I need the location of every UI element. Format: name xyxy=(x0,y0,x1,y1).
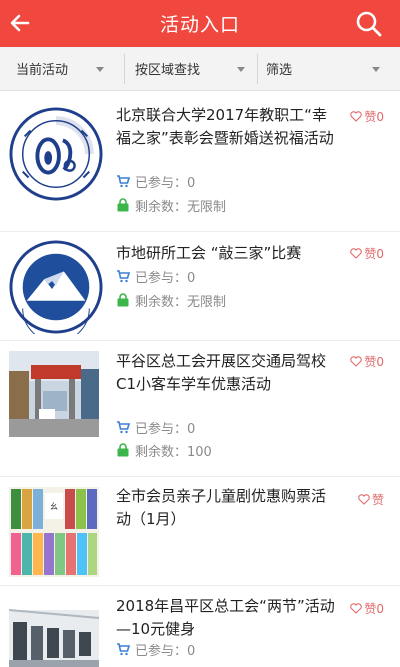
remaining-count: 剩余数：无限制 xyxy=(116,290,226,310)
filter-by-region[interactable]: 按区域查找 xyxy=(125,47,257,91)
heart-icon xyxy=(350,111,363,122)
lock-icon xyxy=(117,198,129,212)
participated-count: 已参与：0 xyxy=(116,266,195,286)
filter-screen[interactable]: 筛选 xyxy=(258,47,400,91)
participated-text: 已参与：0 xyxy=(135,175,196,191)
heart-icon xyxy=(358,494,370,505)
like-button[interactable]: 赞0 xyxy=(350,600,384,617)
remaining-text: 剩余数：无限制 xyxy=(135,294,227,310)
activity-title: 全市会员亲子儿童剧优惠购票活动（1月） xyxy=(116,487,327,528)
cart-icon xyxy=(117,175,130,188)
remaining-text: 剩余数：无限制 xyxy=(135,199,227,215)
list-item[interactable]: 平谷区总工会开展区交通局驾校C1小客车学车优惠活动 已参与：0 剩余数：100 … xyxy=(0,341,400,477)
gym-photo xyxy=(9,596,99,667)
like-count: 赞 xyxy=(371,493,384,507)
list-item[interactable]: 幺 全市会员亲子儿童剧优惠购票活动（1月） 赞 xyxy=(0,477,400,586)
activity-title: 市地研所工会 “敲三家”比赛 xyxy=(116,244,302,262)
search-icon[interactable] xyxy=(354,9,384,39)
like-button[interactable]: 赞0 xyxy=(350,108,384,125)
participated-count: 已参与：0 xyxy=(116,417,195,437)
activity-list: 北京联合大学2017年教职工“幸福之家”表彰会暨新婚送祝福活动 已参与：0 剩余… xyxy=(0,92,400,667)
remaining-count: 剩余数：100 xyxy=(116,440,212,460)
back-arrow-icon[interactable] xyxy=(6,8,36,38)
heart-icon xyxy=(350,603,363,614)
activity-title: 2018年昌平区总工会“两节”活动—10元健身 xyxy=(116,597,335,638)
list-item[interactable]: 北京联合大学2017年教职工“幸福之家”表彰会暨新婚送祝福活动 已参与：0 剩余… xyxy=(0,92,400,232)
beijing-union-university-logo xyxy=(9,107,103,201)
like-count: 赞0 xyxy=(364,110,384,124)
svg-text:幺: 幺 xyxy=(50,501,58,511)
filter-label: 当前活动 xyxy=(16,63,69,78)
app-header: 活动入口 xyxy=(0,0,400,47)
chevron-down-icon xyxy=(96,66,104,72)
cart-icon xyxy=(117,643,130,656)
filter-current-activity[interactable]: 当前活动 xyxy=(0,47,124,91)
participated-text: 已参与：0 xyxy=(135,421,196,437)
lock-icon xyxy=(117,293,129,307)
chevron-down-icon xyxy=(237,66,245,72)
filter-label: 按区域查找 xyxy=(135,63,201,78)
institute-mountain-logo xyxy=(9,240,103,334)
participated-text: 已参与：0 xyxy=(135,643,196,659)
participated-text: 已参与：0 xyxy=(135,270,196,286)
like-button[interactable]: 赞0 xyxy=(350,353,384,370)
list-item[interactable]: 市地研所工会 “敲三家”比赛 已参与：0 剩余数：无限制 赞0 xyxy=(0,232,400,341)
lock-icon xyxy=(117,443,129,457)
heart-icon xyxy=(350,248,363,259)
activity-title: 平谷区总工会开展区交通局驾校C1小客车学车优惠活动 xyxy=(116,352,327,393)
like-count: 赞0 xyxy=(364,355,384,369)
like-count: 赞0 xyxy=(364,247,384,261)
remaining-text: 剩余数：100 xyxy=(135,444,212,460)
heart-icon xyxy=(350,356,363,367)
remaining-count: 剩余数：无限制 xyxy=(116,195,226,215)
children-drama-posters: 幺 xyxy=(9,487,99,577)
driving-school-photo xyxy=(9,351,99,437)
list-item[interactable]: 2018年昌平区总工会“两节”活动—10元健身 已参与：0 赞0 xyxy=(0,586,400,667)
like-count: 赞0 xyxy=(364,602,384,616)
participated-count: 已参与：0 xyxy=(116,639,195,659)
page-title: 活动入口 xyxy=(159,14,240,36)
participated-count: 已参与：0 xyxy=(116,171,195,191)
like-button[interactable]: 赞0 xyxy=(350,245,384,262)
filter-label: 筛选 xyxy=(266,63,293,78)
chevron-down-icon xyxy=(372,66,380,72)
like-button[interactable]: 赞 xyxy=(358,491,384,508)
filter-bar: 当前活动 按区域查找 筛选 xyxy=(0,47,400,91)
activity-title: 北京联合大学2017年教职工“幸福之家”表彰会暨新婚送祝福活动 xyxy=(116,106,334,147)
cart-icon xyxy=(117,270,130,283)
cart-icon xyxy=(117,421,130,434)
